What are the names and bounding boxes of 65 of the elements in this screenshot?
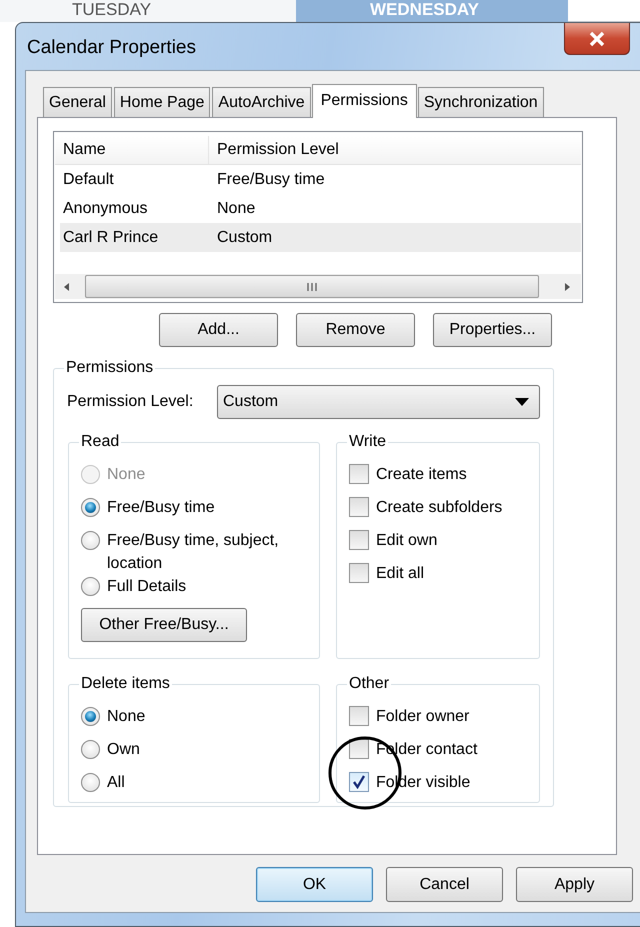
radio-button[interactable] xyxy=(81,773,100,792)
dialog-button[interactable]: Apply xyxy=(516,867,633,902)
checkbox-label: Edit own xyxy=(376,531,438,551)
checkbox-label: Folder owner xyxy=(376,707,470,727)
checkbox-label: Create subfolders xyxy=(376,498,502,518)
group-title: Read xyxy=(81,433,120,450)
day-header: TUESDAY xyxy=(0,0,296,22)
radio-label: Own xyxy=(107,740,140,760)
checkbox[interactable] xyxy=(349,772,369,792)
permission-level-cell-text: Free/Busy time xyxy=(216,170,325,188)
tab[interactable]: Home Page xyxy=(114,87,210,117)
radio-button[interactable] xyxy=(81,707,100,726)
field-label: Permission Level: xyxy=(67,393,194,411)
radio-button[interactable] xyxy=(81,498,100,517)
group-title: Permissions xyxy=(66,359,154,376)
list-row[interactable]: Default Free/Busy time xyxy=(60,165,581,194)
grip-icon xyxy=(306,282,318,292)
checkbox[interactable] xyxy=(349,706,369,726)
close-icon xyxy=(588,30,606,46)
permission-level-cell-text: Custom xyxy=(216,228,272,246)
dialog-button[interactable]: OK xyxy=(256,867,373,902)
window-title: Calendar Properties xyxy=(27,37,196,59)
column-header[interactable]: Name xyxy=(55,136,209,164)
horizontal-scrollbar[interactable] xyxy=(55,274,581,299)
permission-level-dropdown[interactable]: Custom xyxy=(217,385,540,419)
group-title: Delete items xyxy=(81,675,170,692)
name-cell-text: Anonymous xyxy=(62,200,148,218)
radio-label: All xyxy=(107,773,125,793)
name-cell-text: Default xyxy=(62,170,115,188)
radio-button[interactable] xyxy=(81,740,100,759)
checkbox[interactable] xyxy=(349,563,369,583)
list-row[interactable]: Anonymous None xyxy=(60,194,581,223)
tab[interactable]: AutoArchive xyxy=(212,87,311,117)
list-row[interactable]: Carl R Prince Custom xyxy=(60,223,581,252)
other-free-busy-button[interactable]: Other Free/Busy... xyxy=(81,608,247,642)
checkbox[interactable] xyxy=(349,497,369,517)
list-button[interactable]: Remove xyxy=(296,313,415,347)
radio-label: Free/Busy time xyxy=(107,498,215,518)
list-button[interactable]: Add... xyxy=(159,313,278,347)
checkbox[interactable] xyxy=(349,739,369,759)
checkbox-label: Create items xyxy=(376,465,467,485)
caret-icon xyxy=(515,398,529,406)
group-title: Write xyxy=(349,433,386,450)
close-button[interactable] xyxy=(564,23,630,55)
checkbox[interactable] xyxy=(349,464,369,484)
list-button[interactable]: Properties... xyxy=(433,313,552,347)
dialog-button[interactable]: Cancel xyxy=(386,867,503,902)
checkbox-label: Edit all xyxy=(376,564,424,584)
group-title: Other xyxy=(349,675,390,692)
tab[interactable]: General xyxy=(43,87,112,117)
permission-level-cell-text: None xyxy=(216,200,256,218)
radio-button[interactable] xyxy=(81,531,100,550)
tab[interactable]: Synchronization xyxy=(418,87,544,117)
check-icon xyxy=(352,775,366,789)
radio-label: Free/Busy time, subject, location xyxy=(107,531,280,574)
radio-label: None xyxy=(107,465,146,485)
column-header[interactable]: Permission Level xyxy=(209,136,339,164)
tab[interactable]: Permissions xyxy=(312,84,417,118)
day-header: WEDNESDAY xyxy=(296,0,568,22)
checkbox[interactable] xyxy=(349,530,369,550)
radio-label: Full Details xyxy=(107,577,186,597)
radio-label: None xyxy=(107,707,146,727)
scrollbar-thumb[interactable] xyxy=(85,275,539,298)
radio-button[interactable] xyxy=(81,577,100,596)
name-cell-text: Carl R Prince xyxy=(62,228,160,246)
